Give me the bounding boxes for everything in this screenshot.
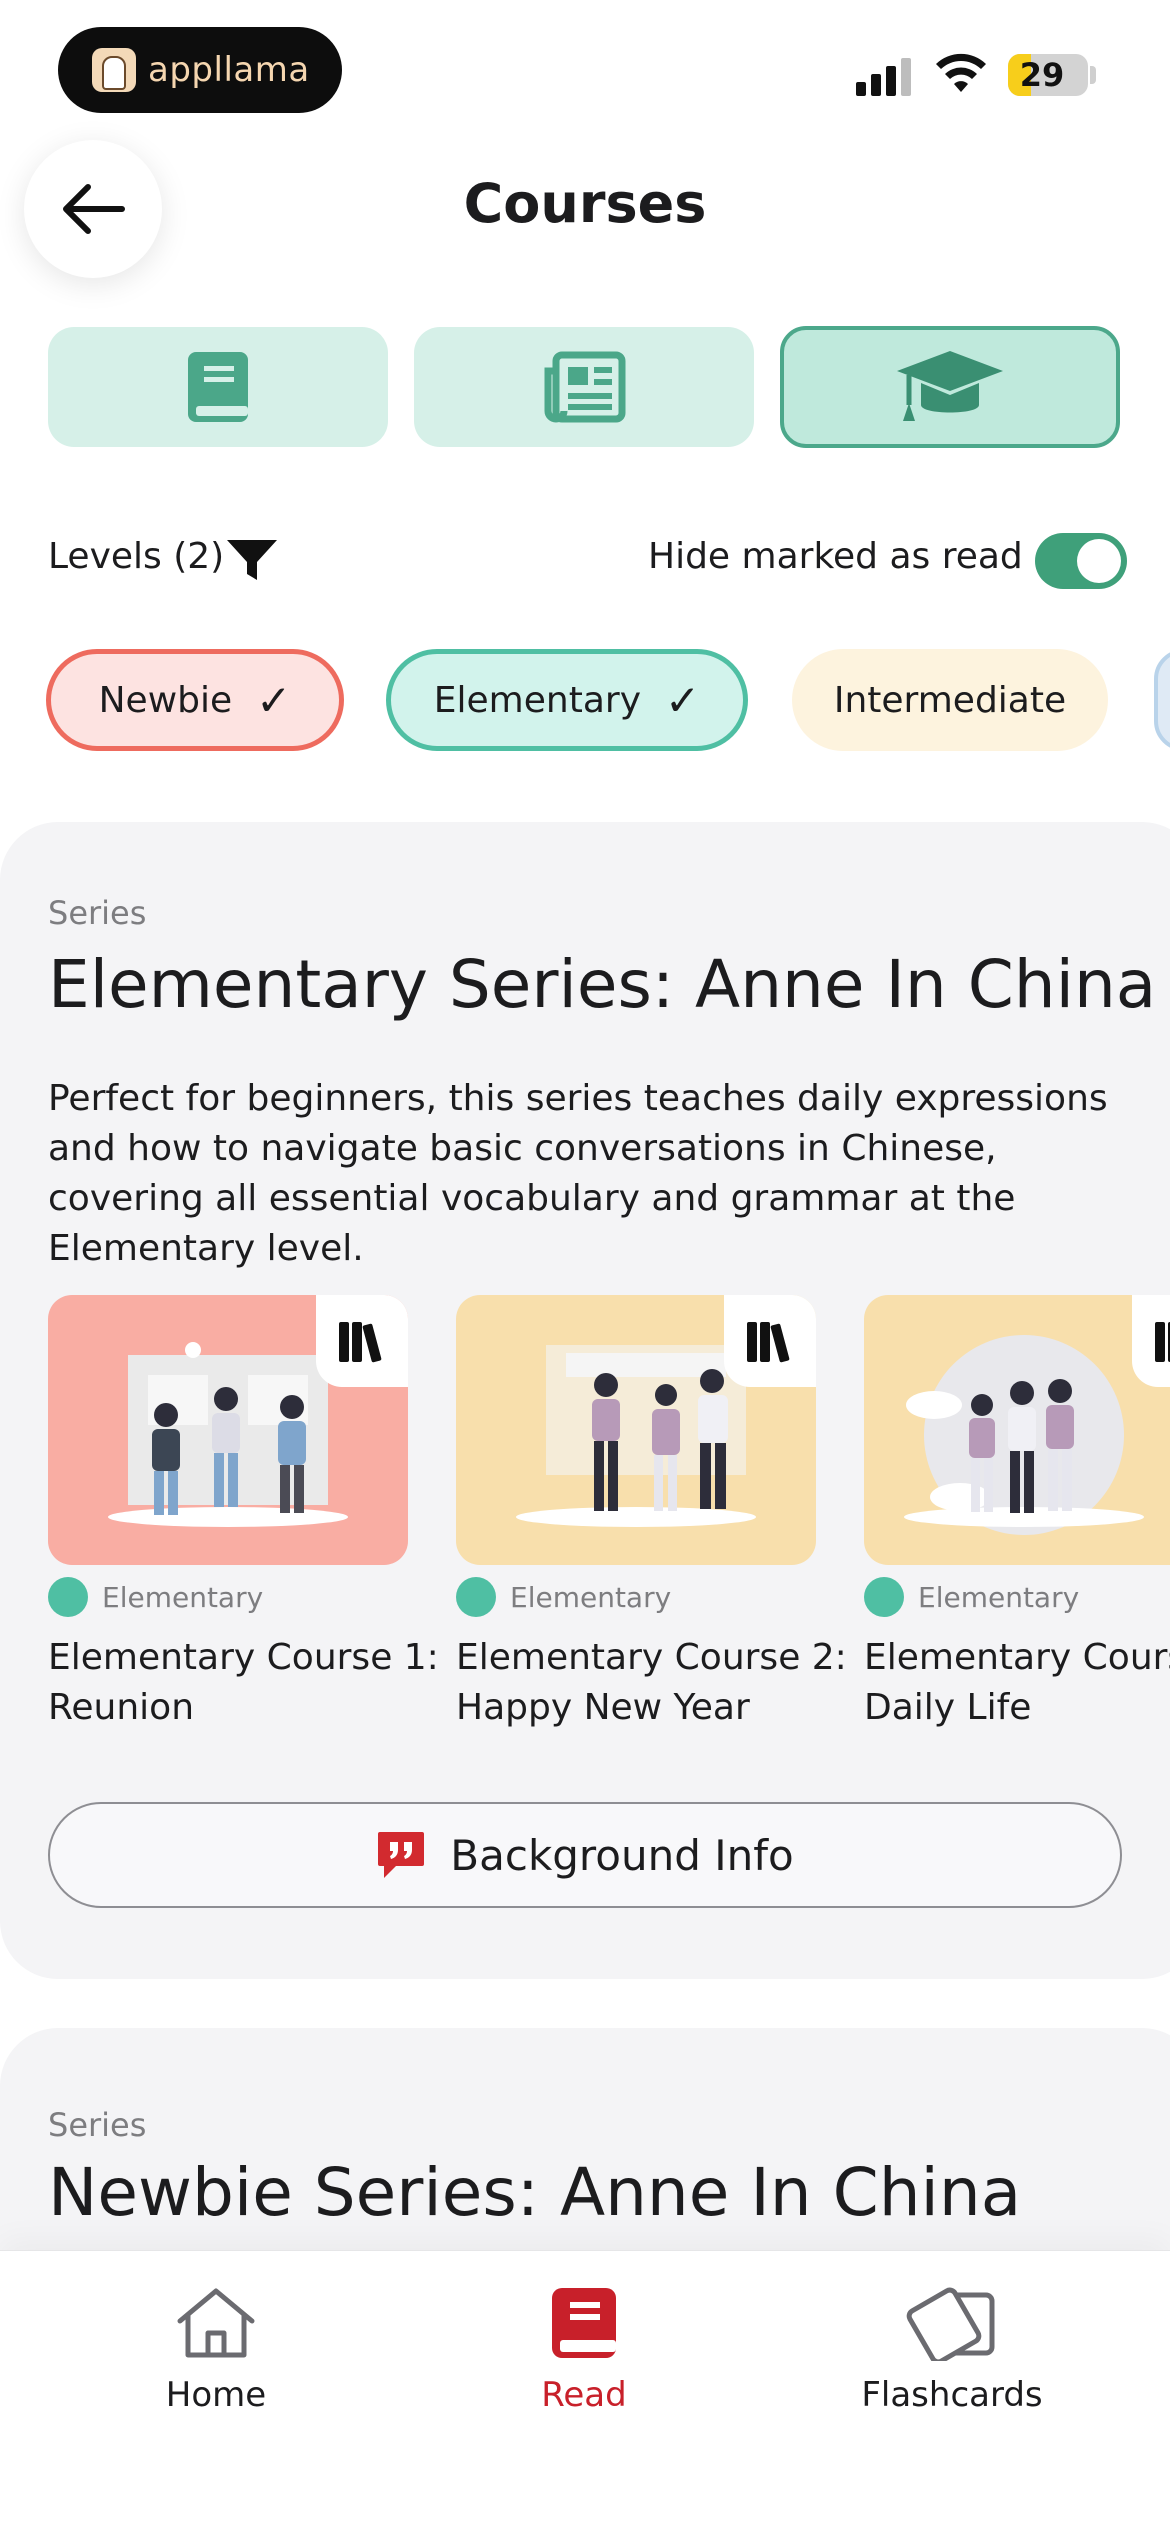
course-card[interactable]: Elementary Elementary Course 2: Happy Ne… (456, 1295, 847, 1733)
cellular-signal-icon (856, 58, 914, 96)
nav-item-read[interactable]: Read (454, 2281, 714, 2415)
books-icon (339, 1322, 382, 1363)
newspaper-icon (544, 351, 626, 423)
course-level: Elementary (48, 1577, 408, 1617)
nav-item-flashcards[interactable]: Flashcards (822, 2281, 1082, 2415)
series-eyebrow: Series (48, 2106, 147, 2144)
background-info-button[interactable]: Background Info (48, 1802, 1122, 1908)
quote-bubble-icon (378, 1832, 425, 1878)
app-indicator-pill[interactable]: appllama (58, 27, 342, 113)
course-level: Elementary (456, 1577, 816, 1617)
course-title-line2: Happy New Year (456, 1687, 750, 1728)
content-type-tabs (48, 326, 1124, 448)
toggle-knob (1077, 539, 1121, 583)
status-bar: appllama 29 (0, 0, 1170, 140)
books-icon (747, 1322, 790, 1363)
course-title-line2: Daily Life (864, 1687, 1032, 1728)
llama-logo-icon (92, 48, 136, 92)
filter-icon[interactable] (225, 536, 279, 584)
series-description: Perfect for beginners, this series teach… (48, 1078, 1108, 1269)
nav-label: Read (541, 2375, 627, 2415)
course-title-line2: Reunion (48, 1687, 195, 1728)
course-badge (1132, 1295, 1170, 1387)
course-thumbnail (456, 1295, 816, 1565)
course-card[interactable]: Elementary Elementary Course 3: Daily Li… (864, 1295, 1170, 1733)
bottom-navigation: Home Read Flashcards (0, 2250, 1170, 2532)
level-dot (456, 1577, 496, 1617)
chip-label: Intermediate (833, 679, 1067, 721)
app-name: appllama (148, 50, 310, 90)
levels-filter-label[interactable]: Levels (2) (48, 536, 224, 577)
course-thumbnail (48, 1295, 408, 1565)
level-chip-intermediate[interactable]: Intermediate (792, 649, 1108, 751)
level-chip-elementary[interactable]: Elementary ✓ (386, 649, 748, 751)
level-text: Elementary (918, 1580, 1080, 1614)
wifi-icon (936, 53, 986, 92)
nav-label: Home (165, 2375, 267, 2415)
tab-courses[interactable] (780, 326, 1120, 448)
checkmark-icon: ✓ (256, 675, 292, 725)
level-dot (48, 1577, 88, 1617)
nav-label: Flashcards (861, 2375, 1043, 2415)
level-dot (864, 1577, 904, 1617)
chip-label: Newbie (98, 679, 233, 721)
nav-item-home[interactable]: Home (86, 2281, 346, 2415)
course-badge (316, 1295, 408, 1387)
course-card[interactable]: Elementary Elementary Course 1: Reunion (48, 1295, 439, 1733)
level-chip-newbie[interactable]: Newbie ✓ (46, 649, 344, 751)
battery-icon: 29 (1008, 54, 1088, 96)
tab-books[interactable] (48, 327, 388, 447)
tab-articles[interactable] (414, 327, 754, 447)
course-title-line1: Elementary Course 1: (48, 1637, 439, 1678)
book-icon (188, 352, 248, 422)
course-title-line1: Elementary Course 2: (456, 1637, 847, 1678)
course-illustration (904, 1335, 1144, 1535)
read-book-icon (552, 2288, 616, 2358)
course-level: Elementary (864, 1577, 1170, 1617)
flashcards-icon (906, 2287, 995, 2361)
course-thumbnail (864, 1295, 1170, 1565)
level-text: Elementary (102, 1580, 264, 1614)
checkmark-icon: ✓ (665, 675, 701, 725)
books-icon (1155, 1322, 1170, 1362)
home-icon (177, 2288, 255, 2358)
level-chip-next[interactable] (1154, 649, 1170, 751)
chip-label: Elementary (433, 679, 641, 721)
level-text: Elementary (510, 1580, 672, 1614)
battery-cap (1090, 66, 1096, 84)
battery-level: 29 (1019, 56, 1065, 94)
course-title-line1: Elementary Course 3: (864, 1637, 1170, 1678)
page-title: Courses (463, 172, 707, 235)
series-eyebrow: Series (48, 894, 147, 932)
series-title[interactable]: Elementary Series: Anne In China (48, 946, 1156, 1023)
graduation-cap-icon (897, 351, 1003, 421)
background-info-label: Background Info (450, 1830, 794, 1880)
hide-marked-read-toggle[interactable] (1035, 533, 1127, 589)
hide-marked-read-label: Hide marked as read (648, 536, 1023, 577)
series-title[interactable]: Newbie Series: Anne In China (48, 2154, 1021, 2231)
course-badge (724, 1295, 816, 1387)
series-card: Series Elementary Series: Anne In China … (0, 822, 1170, 1979)
